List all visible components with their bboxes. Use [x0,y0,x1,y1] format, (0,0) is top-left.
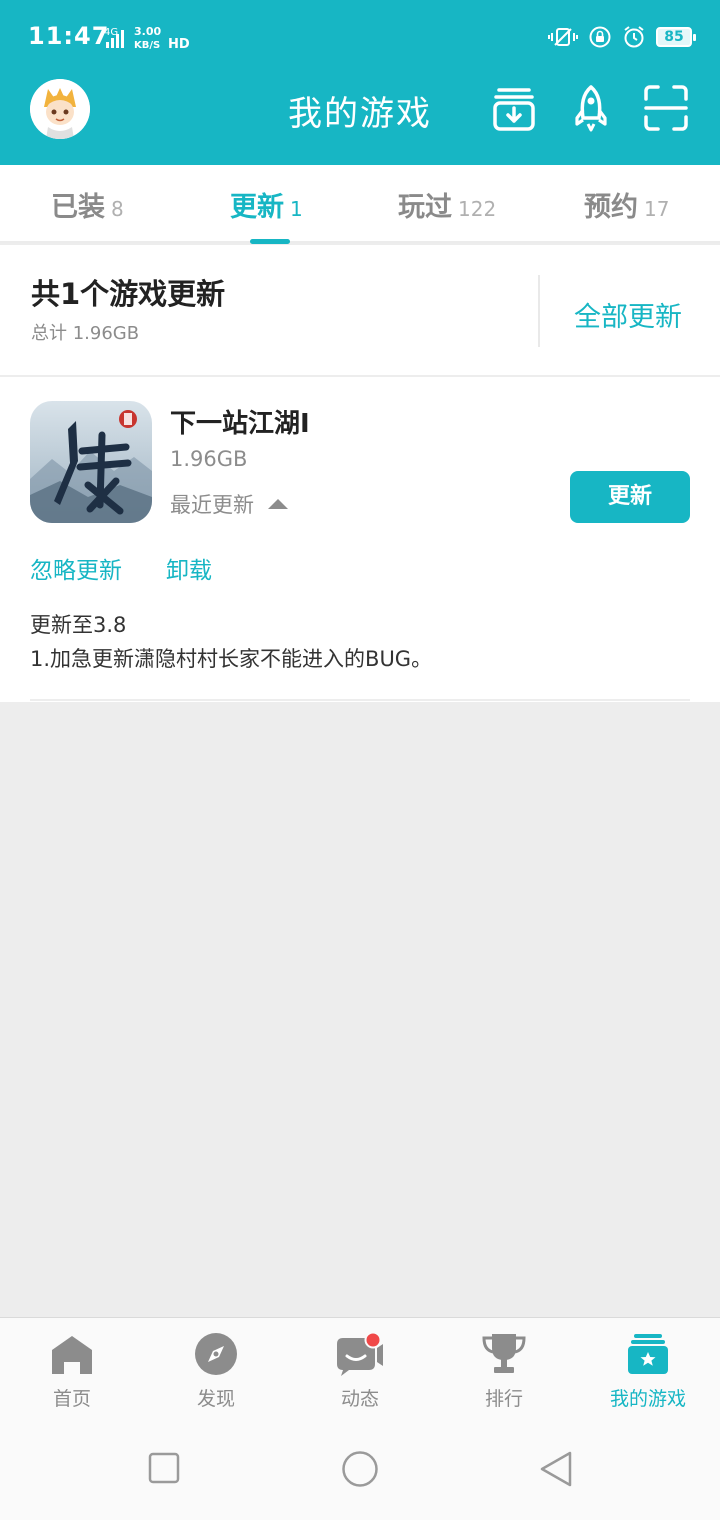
chevron-up-icon [268,499,288,509]
feed-icon [337,1332,383,1376]
system-nav-bar [0,1427,720,1520]
vibrate-icon [548,28,578,46]
summary-total-size: 总计 1.96GB [31,323,140,344]
recent-apps-icon[interactable] [148,1452,180,1484]
nav-home[interactable]: 首页 [0,1332,144,1411]
update-summary: 共1个游戏更新 总计 1.96GB 全部更新 [0,245,720,375]
hd-label: HD [168,37,190,52]
back-icon[interactable] [539,1450,573,1488]
update-notes-body: 1.加急更新潇隐村村长家不能进入的BUG。 [30,647,433,671]
nav-ranking[interactable]: 排行 [432,1332,576,1411]
rocket-icon[interactable] [568,84,614,132]
avatar-image [30,79,90,139]
game-icon[interactable] [30,401,152,523]
tab-label: 已装 [51,192,105,223]
trophy-icon [482,1334,526,1373]
tab-reserved[interactable]: 预约 17 [584,185,669,224]
summary-divider [538,275,540,347]
app-bar: 我的游戏 [0,72,720,165]
game-size: 1.96GB [170,447,248,471]
alarm-icon [624,26,644,48]
status-right-icons: 85 [548,24,696,50]
nav-label: 我的游戏 [609,1388,686,1410]
nav-label: 首页 [52,1388,91,1410]
update-all-button[interactable]: 全部更新 [574,295,682,334]
status-time: 11:47 [28,22,110,50]
bottom-nav: 首页 发现 动态 排行 我的游戏 [0,1317,720,1427]
home-button-icon[interactable] [341,1450,379,1488]
game-cover-image [30,401,152,523]
uninstall-link[interactable]: 卸载 [166,551,212,585]
nav-feed[interactable]: 动态 [288,1332,432,1411]
card-divider [30,699,690,701]
recent-update-toggle[interactable]: 最近更新 [170,489,288,519]
download-icon[interactable] [491,84,537,132]
avatar[interactable] [30,79,90,139]
nav-label: 动态 [340,1388,379,1410]
update-notes-header: 更新至3.8 [30,613,127,637]
home-icon [52,1336,92,1374]
scan-icon[interactable] [643,84,689,132]
tab-count: 8 [111,197,124,221]
summary-title: 共1个游戏更新 [31,277,226,311]
header: 11:47 4G 3.00 KB/S HD 85 我的游戏 [0,0,720,165]
tab-count: 122 [458,197,497,221]
tab-count: 1 [290,197,303,221]
status-bar: 11:47 4G 3.00 KB/S HD 85 [0,0,720,72]
active-tab-indicator [250,239,290,244]
tab-updates[interactable]: 更新 1 [230,185,303,224]
nav-discover[interactable]: 发现 [144,1332,288,1411]
battery-icon: 85 [656,27,696,47]
tab-count: 17 [644,197,670,221]
compass-icon [195,1333,237,1375]
nav-label: 发现 [196,1388,235,1410]
tab-played[interactable]: 玩过 122 [398,185,496,224]
ignore-update-link[interactable]: 忽略更新 [30,551,122,585]
game-name: 下一站江湖Ⅰ [170,409,310,439]
nav-label: 排行 [484,1388,523,1410]
tab-bar: 已装 8 更新 1 玩过 122 预约 17 [0,165,720,244]
notification-badge [364,1332,382,1349]
tab-installed[interactable]: 已装 8 [51,185,124,224]
my-games-icon [628,1334,668,1374]
tab-label: 更新 [230,192,284,223]
network-status-icon: 4G 3.00 KB/S HD [104,25,190,52]
tab-label: 玩过 [398,192,452,223]
game-update-card: 下一站江湖Ⅰ 1.96GB 最近更新 更新 忽略更新 卸载 更新至3.8 1.加… [0,377,720,702]
page-title: 我的游戏 [288,94,432,134]
update-button[interactable]: 更新 [570,471,690,523]
net-speed-value: 3.00 [134,25,161,38]
nav-my-games[interactable]: 我的游戏 [576,1332,720,1411]
net-speed-unit: KB/S [134,40,160,51]
recent-update-label: 最近更新 [170,493,254,517]
tab-label: 预约 [584,192,638,223]
lock-rotation-icon [589,26,611,48]
